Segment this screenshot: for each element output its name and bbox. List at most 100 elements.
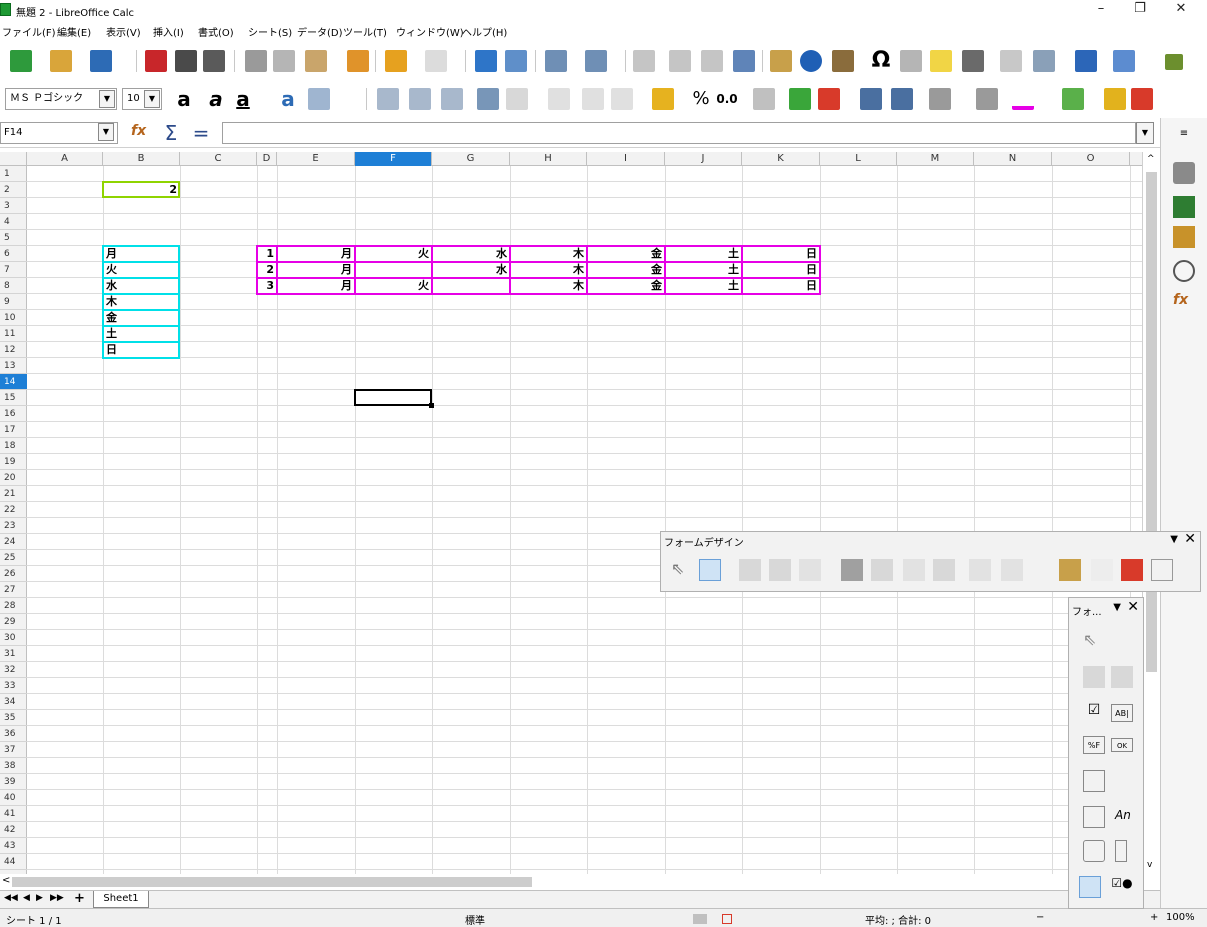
row-header-15[interactable]: 15	[0, 390, 27, 406]
select-all-corner[interactable]	[0, 152, 27, 166]
export-pdf-icon[interactable]	[145, 50, 167, 72]
list-box-icon[interactable]	[1083, 770, 1105, 792]
row-header-26[interactable]: 26	[0, 566, 27, 582]
row-header-2[interactable]: 2	[0, 182, 27, 198]
row-header-25[interactable]: 25	[0, 550, 27, 566]
row-header-29[interactable]: 29	[0, 614, 27, 630]
number-format-icon[interactable]: 0.0	[716, 88, 738, 110]
scroll-left-icon[interactable]: <	[2, 875, 10, 886]
spelling-icon[interactable]	[505, 50, 527, 72]
column-header-c[interactable]: C	[180, 152, 257, 166]
bold-icon[interactable]: a	[173, 88, 195, 110]
row-header-39[interactable]: 39	[0, 774, 27, 790]
row-header-4[interactable]: 4	[0, 214, 27, 230]
row-header-24[interactable]: 24	[0, 534, 27, 550]
sort-columns-icon[interactable]	[1131, 88, 1153, 110]
row-icon[interactable]	[545, 50, 567, 72]
column-header-m[interactable]: M	[897, 152, 974, 166]
row-header-13[interactable]: 13	[0, 358, 27, 374]
previous-sheet-icon[interactable]: ◀	[23, 893, 30, 903]
increase-indent-icon[interactable]	[860, 88, 882, 110]
formula-icon[interactable]: =	[190, 121, 212, 145]
underline-icon[interactable]: a	[232, 88, 254, 110]
toolbar-menu-button[interactable]: ▼	[1113, 602, 1121, 613]
menu-file[interactable]: ファイル(F)	[2, 24, 56, 39]
insert-chart-icon[interactable]	[800, 50, 822, 72]
active-cell-cursor[interactable]	[354, 389, 432, 406]
menu-sheet[interactable]: シート(S)	[248, 24, 292, 39]
row-header-3[interactable]: 3	[0, 198, 27, 214]
close-button[interactable]: ✕	[1163, 0, 1199, 20]
menu-data[interactable]: データ(D)	[297, 24, 343, 39]
autofilter-icon[interactable]	[733, 50, 755, 72]
next-sheet-icon[interactable]: ▶	[36, 893, 43, 903]
insert-image-icon[interactable]	[770, 50, 792, 72]
form-navigator-icon[interactable]	[871, 559, 893, 581]
group-icon[interactable]	[1059, 559, 1081, 581]
column-header-l[interactable]: L	[820, 152, 897, 166]
menu-tools[interactable]: ツール(T)	[343, 24, 387, 39]
person-icon[interactable]	[1165, 54, 1183, 70]
borders-icon[interactable]	[929, 88, 951, 110]
row-header-37[interactable]: 37	[0, 742, 27, 758]
pivot-table-icon[interactable]	[832, 50, 854, 72]
helplines-icon[interactable]	[1151, 559, 1173, 581]
border-color-icon[interactable]	[1012, 88, 1034, 110]
menu-view[interactable]: 表示(V)	[106, 24, 141, 39]
redo-icon[interactable]	[425, 50, 447, 72]
horizontal-scrollbar[interactable]: <	[0, 874, 1142, 890]
vertical-scrollbar[interactable]: ^ v	[1142, 152, 1160, 874]
align-top-icon[interactable]	[548, 88, 570, 110]
row-header-7[interactable]: 7	[0, 262, 27, 278]
vertical-scroll-thumb[interactable]	[1146, 172, 1157, 672]
gallery-icon[interactable]	[1173, 226, 1195, 248]
column-header-h[interactable]: H	[510, 152, 587, 166]
function-wizard-icon[interactable]: fx	[131, 123, 153, 143]
design-mode-icon[interactable]	[699, 559, 721, 581]
row-header-16[interactable]: 16	[0, 406, 27, 422]
row-header-43[interactable]: 43	[0, 838, 27, 854]
row-header-10[interactable]: 10	[0, 310, 27, 326]
toggle-formatting-marks-icon[interactable]	[1104, 88, 1126, 110]
close-icon[interactable]: ✕	[1184, 531, 1196, 547]
split-window-icon[interactable]	[1075, 50, 1097, 72]
copy-icon[interactable]	[273, 50, 295, 72]
align-icon[interactable]	[1001, 559, 1023, 581]
add-decimal-icon[interactable]	[789, 88, 811, 110]
display-grid-icon[interactable]	[1091, 559, 1113, 581]
find-replace-icon[interactable]	[475, 50, 497, 72]
column-header-a[interactable]: A	[27, 152, 103, 166]
print-preview-icon[interactable]	[203, 50, 225, 72]
zoom-level[interactable]: 100%	[1166, 912, 1195, 923]
row-header-14[interactable]: 14	[0, 374, 27, 390]
show-draw-functions-icon[interactable]	[1113, 50, 1135, 72]
control-properties-icon[interactable]	[739, 559, 761, 581]
push-button-icon[interactable]: OK	[1111, 738, 1133, 752]
selection-mode-icon[interactable]	[693, 914, 707, 924]
column-header-j[interactable]: J	[665, 152, 742, 166]
scroll-down-icon[interactable]: v	[1147, 860, 1152, 870]
horizontal-scroll-thumb[interactable]	[12, 877, 532, 887]
row-header-36[interactable]: 36	[0, 726, 27, 742]
row-header-11[interactable]: 11	[0, 326, 27, 342]
sum-average-display[interactable]: 平均: ; 合計: 0	[865, 912, 931, 927]
column-header-f[interactable]: F	[355, 152, 432, 166]
row-header-35[interactable]: 35	[0, 710, 27, 726]
hyperlink-icon[interactable]	[900, 50, 922, 72]
styles-icon[interactable]	[1173, 196, 1195, 218]
background-color-icon[interactable]	[308, 88, 330, 110]
zoom-in-button[interactable]: +	[1150, 912, 1158, 923]
font-size-combobox[interactable]: 10 ▼	[122, 88, 162, 110]
row-header-41[interactable]: 41	[0, 806, 27, 822]
properties-icon[interactable]	[1173, 162, 1195, 184]
save-icon[interactable]	[90, 50, 112, 72]
row-header-8[interactable]: 8	[0, 278, 27, 294]
column-header-i[interactable]: I	[587, 152, 665, 166]
column-header-e[interactable]: E	[277, 152, 355, 166]
sort-icon[interactable]	[701, 50, 723, 72]
text-box-icon[interactable]: AB|	[1111, 704, 1133, 722]
align-center-icon[interactable]	[409, 88, 431, 110]
comment-icon[interactable]	[930, 50, 952, 72]
fill-handle[interactable]	[429, 403, 434, 408]
merge-center-icon[interactable]	[506, 88, 528, 110]
